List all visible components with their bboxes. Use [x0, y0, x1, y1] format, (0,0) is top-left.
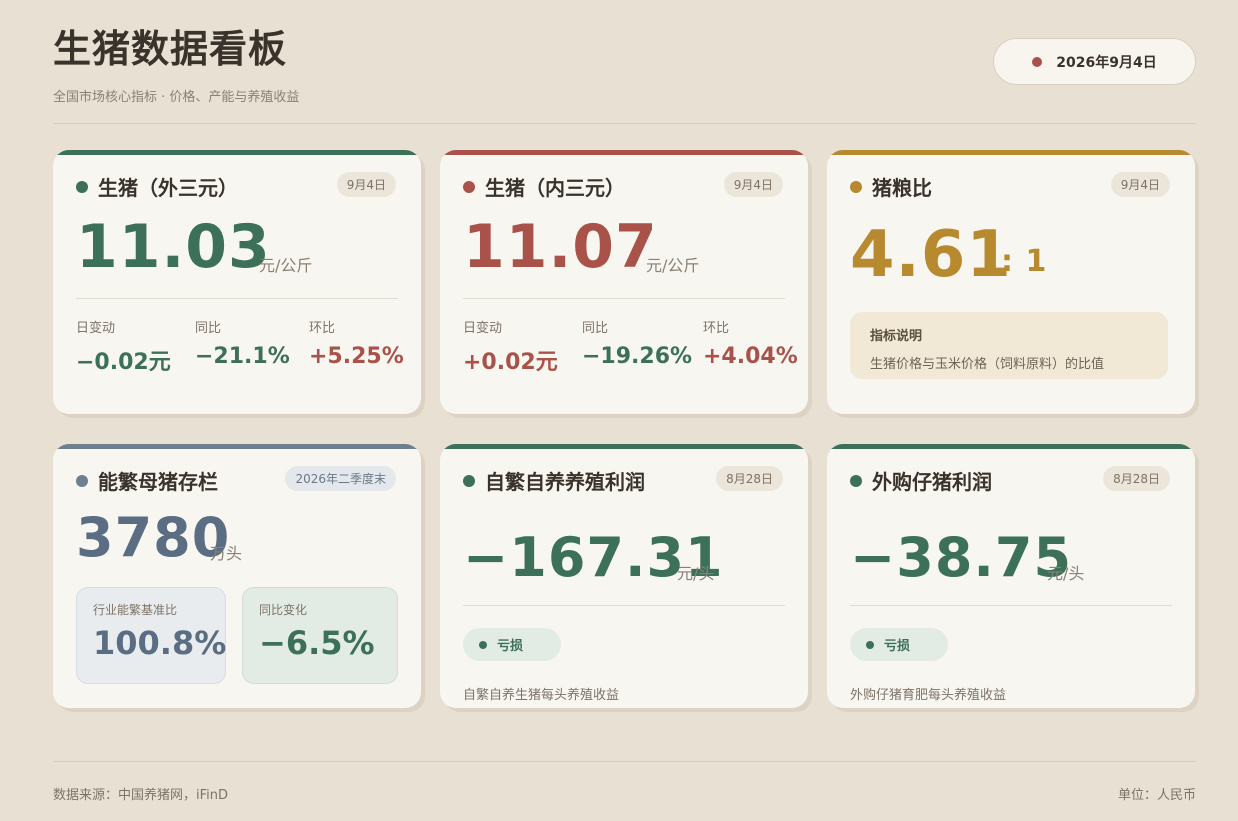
stat-daily-change: 日变动 +0.02元: [463, 317, 558, 376]
date-tag: 8月28日: [716, 466, 783, 491]
ratio-value: 4.61: [850, 218, 1012, 292]
loss-label: 亏损: [497, 639, 524, 654]
card-title-text: 生猪（内三元）: [485, 176, 625, 200]
card-hog-inner: 生猪（内三元） 9月4日 11.07 元/公斤 日变动 +0.02元 同比 −1…: [440, 150, 808, 414]
stat-label: 环比: [309, 321, 336, 336]
header-divider: [53, 123, 1196, 124]
date-tag: 9月4日: [1110, 172, 1170, 197]
footer: 数据来源：中国养猪网，iFinD 单位：人民币: [53, 784, 1196, 803]
card-description: 外购仔猪育肥每头养殖收益: [850, 688, 1007, 703]
price-unit: 元/公斤: [646, 256, 700, 275]
card-divider: [850, 605, 1172, 606]
benchmark-box: 行业能繁基准比 100.8%: [76, 587, 226, 684]
period-tag: 2026年二季度末: [285, 466, 396, 491]
status-dot-icon: [76, 474, 88, 487]
card-title-text: 猪粮比: [872, 176, 932, 200]
date-dot-icon: [1032, 56, 1043, 67]
stat-mom: 环比 +4.04%: [703, 317, 798, 369]
box-value: −6.5%: [259, 624, 375, 662]
stat-value: +4.04%: [703, 344, 798, 369]
card-divider: [463, 298, 785, 299]
card-hog-grain-ratio: 猪粮比 9月4日 4.61 : 1 指标说明 生猪价格与玉米价格（饲料原料）的比…: [827, 150, 1195, 414]
card-accent-bar: [53, 150, 421, 155]
card-divider: [76, 298, 398, 299]
card-title: 生猪（内三元）: [463, 172, 625, 201]
stat-daily-change: 日变动 −0.02元: [76, 317, 171, 376]
date-tag: 9月4日: [723, 172, 783, 197]
card-accent-bar: [53, 444, 421, 449]
data-source: 数据来源：中国养猪网，iFinD: [53, 788, 229, 803]
card-description: 自繁自养生猪每头养殖收益: [463, 688, 620, 703]
note-title: 指标说明: [870, 329, 923, 344]
card-accent-bar: [827, 150, 1195, 155]
status-dot-icon: [850, 474, 862, 487]
stat-value: +5.25%: [309, 344, 404, 369]
card-self-breeding-profit: 自繁自养养殖利润 8月28日 −167.31 元/头 亏损 自繁自养生猪每头养殖…: [440, 444, 808, 708]
price-value: 11.03: [76, 212, 271, 282]
stat-value: +0.02元: [463, 350, 558, 375]
card-title: 能繁母猪存栏: [76, 466, 218, 495]
stat-value: −0.02元: [76, 350, 171, 375]
stat-label: 日变动: [76, 321, 116, 336]
loss-dot-icon: [479, 640, 487, 649]
stat-mom: 环比 +5.25%: [309, 317, 404, 369]
profit-unit: 元/头: [677, 564, 715, 583]
card-title-text: 外购仔猪利润: [872, 470, 992, 494]
box-value: 100.8%: [93, 624, 227, 662]
loss-badge: 亏损: [850, 628, 948, 661]
dashboard-header: 生猪数据看板 全国市场核心指标 · 价格、产能与养殖收益 2026年9月4日: [53, 26, 1196, 124]
status-dot-icon: [76, 180, 88, 193]
card-accent-bar: [827, 444, 1195, 449]
stat-value: −19.26%: [582, 344, 693, 369]
stat-yoy: 同比 −19.26%: [582, 317, 692, 369]
card-accent-bar: [440, 150, 808, 155]
box-label: 行业能繁基准比: [93, 603, 178, 617]
date-text: 2026年9月4日: [1056, 54, 1157, 71]
stat-value: −21.1%: [195, 344, 290, 369]
card-title: 自繁自养养殖利润: [463, 466, 645, 495]
date-badge: 2026年9月4日: [993, 38, 1196, 85]
currency-unit: 单位：人民币: [1117, 788, 1196, 803]
loss-dot-icon: [866, 640, 874, 649]
note-text: 生猪价格与玉米价格（饲料原料）的比值: [870, 357, 1105, 372]
card-title-text: 自繁自养养殖利润: [485, 470, 645, 494]
ratio-suffix: : 1: [1001, 244, 1048, 279]
card-divider: [463, 605, 785, 606]
inventory-unit: 万头: [210, 544, 243, 563]
card-accent-bar: [440, 444, 808, 449]
price-value: 11.07: [463, 212, 658, 282]
indicator-note: 指标说明 生猪价格与玉米价格（饲料原料）的比值: [850, 312, 1168, 379]
price-unit: 元/公斤: [259, 256, 313, 275]
status-dot-icon: [463, 474, 475, 487]
footer-divider: [53, 761, 1196, 762]
profit-value: −38.75: [850, 526, 1073, 589]
card-title: 猪粮比: [850, 172, 932, 201]
profit-unit: 元/头: [1047, 564, 1085, 583]
stat-yoy: 同比 −21.1%: [195, 317, 290, 369]
page-subtitle: 全国市场核心指标 · 价格、产能与养殖收益: [53, 90, 300, 105]
card-purchased-piglet-profit: 外购仔猪利润 8月28日 −38.75 元/头 亏损 外购仔猪育肥每头养殖收益: [827, 444, 1195, 708]
status-dot-icon: [463, 180, 475, 193]
stat-label: 日变动: [463, 321, 503, 336]
card-hog-outer: 生猪（外三元） 9月4日 11.03 元/公斤 日变动 −0.02元 同比 −2…: [53, 150, 421, 414]
stat-label: 同比: [195, 321, 222, 336]
date-tag: 8月28日: [1103, 466, 1170, 491]
card-title: 生猪（外三元）: [76, 172, 238, 201]
loss-badge: 亏损: [463, 628, 561, 661]
card-title-text: 生猪（外三元）: [98, 176, 238, 200]
stat-label: 环比: [703, 321, 730, 336]
card-title-text: 能繁母猪存栏: [98, 470, 218, 494]
date-tag: 9月4日: [336, 172, 396, 197]
card-title: 外购仔猪利润: [850, 466, 992, 495]
card-breeding-sows: 能繁母猪存栏 2026年二季度末 3780 万头 行业能繁基准比 100.8% …: [53, 444, 421, 708]
status-dot-icon: [850, 180, 862, 193]
yoy-box: 同比变化 −6.5%: [242, 587, 398, 684]
loss-label: 亏损: [884, 639, 911, 654]
box-label: 同比变化: [259, 603, 308, 617]
inventory-value: 3780: [76, 506, 231, 569]
stat-label: 同比: [582, 321, 609, 336]
